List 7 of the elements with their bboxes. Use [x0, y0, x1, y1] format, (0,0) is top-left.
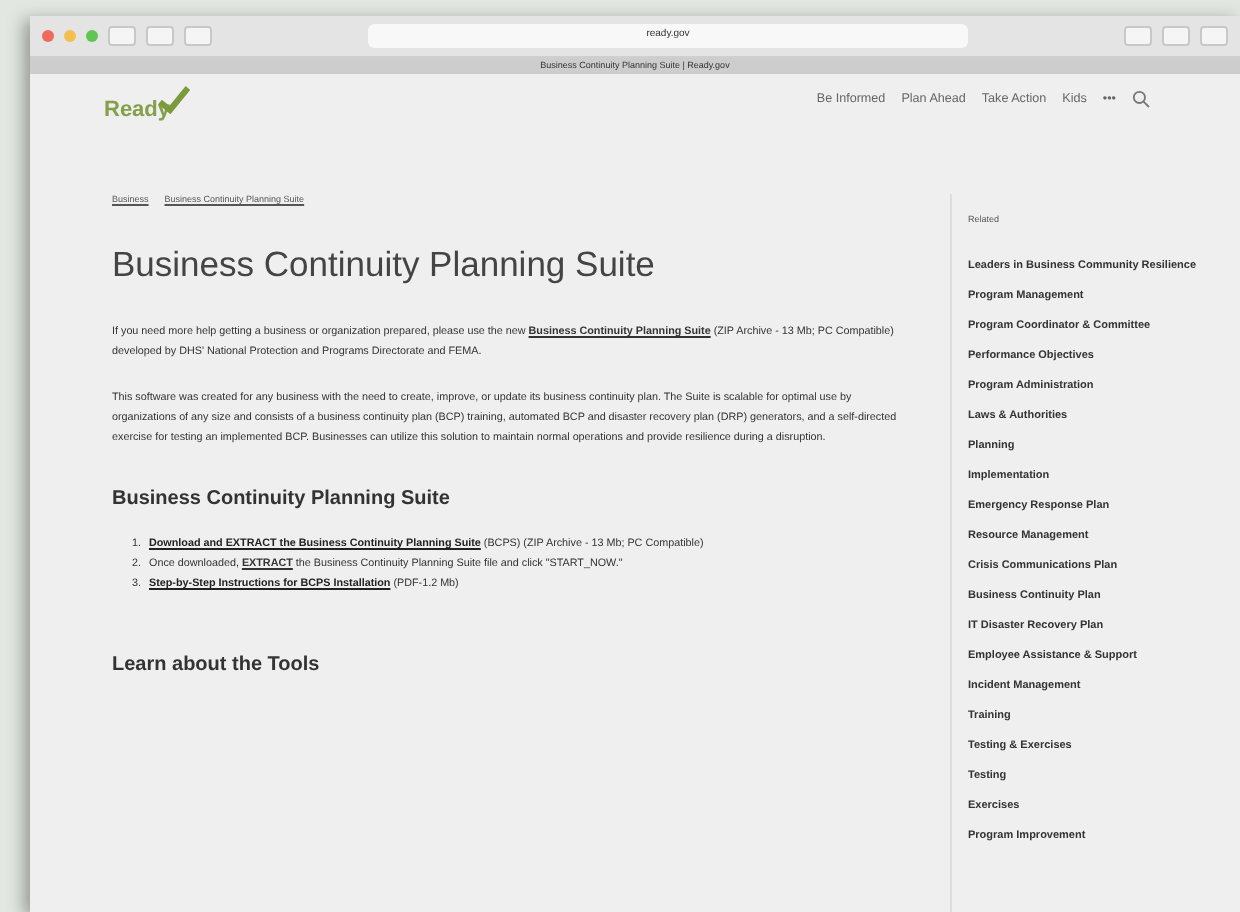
page-title: Business Continuity Planning Suite	[112, 243, 657, 286]
section-heading: Learn about the Tools	[112, 653, 322, 678]
close-dot[interactable]	[42, 30, 54, 42]
section-heading: Business Continuity Planning Suite	[112, 487, 452, 512]
minimize-dot[interactable]	[64, 30, 76, 42]
search-icon[interactable]	[1132, 90, 1150, 109]
zoom-dot[interactable]	[86, 30, 98, 42]
